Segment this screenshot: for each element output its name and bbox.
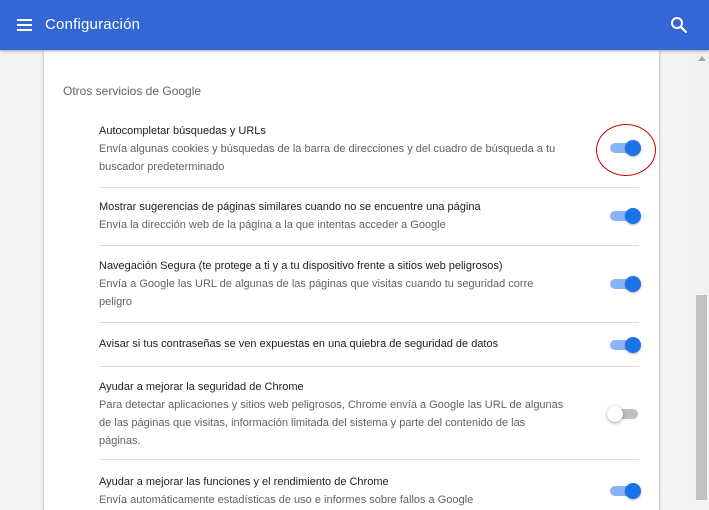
setting-title: Navegación Segura (te protege a ti y a t… bbox=[99, 260, 503, 272]
page-title: Configuración bbox=[45, 16, 141, 33]
setting-row-chrome-security: Ayudar a mejorar la seguridad de Chrome … bbox=[99, 378, 639, 450]
page-scrollbar[interactable] bbox=[694, 50, 709, 500]
scroll-up-arrow-icon[interactable] bbox=[698, 56, 706, 61]
toggle-knob bbox=[607, 406, 623, 422]
setting-description: Envía a Google las URL de algunas de las… bbox=[99, 278, 534, 308]
hamburger-menu-icon[interactable] bbox=[14, 14, 36, 36]
setting-description: Envía automáticamente estadísticas de us… bbox=[99, 494, 474, 506]
search-icon[interactable] bbox=[669, 15, 689, 35]
password-leak-toggle[interactable] bbox=[607, 337, 641, 353]
similar-pages-toggle[interactable] bbox=[607, 208, 641, 224]
row-divider bbox=[99, 245, 639, 246]
toggle-knob bbox=[625, 337, 641, 353]
setting-description: Envía la dirección web de la página a la… bbox=[99, 219, 446, 231]
toggle-knob bbox=[625, 483, 641, 499]
chrome-security-toggle[interactable] bbox=[607, 406, 641, 422]
toggle-knob bbox=[625, 276, 641, 292]
setting-title: Ayudar a mejorar las funciones y el rend… bbox=[99, 476, 389, 488]
setting-row-autocomplete: Autocompletar búsquedas y URLs Envía alg… bbox=[99, 122, 639, 176]
top-app-bar: Configuración bbox=[0, 0, 709, 50]
toggle-knob bbox=[625, 208, 641, 224]
row-divider bbox=[99, 366, 639, 367]
setting-description: Para detectar aplicaciones y sitios web … bbox=[99, 399, 564, 447]
highlight-annotation-circle bbox=[596, 124, 656, 176]
setting-row-password-leak: Avisar si tus contraseñas se ven expuest… bbox=[99, 335, 639, 353]
setting-title: Avisar si tus contraseñas se ven expuest… bbox=[99, 338, 499, 350]
row-divider bbox=[99, 322, 639, 323]
row-divider bbox=[99, 187, 639, 188]
row-divider bbox=[99, 459, 639, 460]
setting-title: Autocompletar búsquedas y URLs bbox=[99, 125, 266, 137]
setting-row-performance: Ayudar a mejorar las funciones y el rend… bbox=[99, 473, 639, 509]
setting-description: Envía algunas cookies y búsquedas de la … bbox=[99, 143, 556, 173]
setting-title: Mostrar sugerencias de páginas similares… bbox=[99, 201, 481, 213]
safe-browsing-toggle[interactable] bbox=[607, 276, 641, 292]
performance-toggle[interactable] bbox=[607, 483, 641, 499]
section-title: Otros servicios de Google bbox=[63, 84, 202, 98]
setting-row-safe-browsing: Navegación Segura (te protege a ti y a t… bbox=[99, 257, 639, 311]
setting-title: Ayudar a mejorar la seguridad de Chrome bbox=[99, 381, 304, 393]
setting-row-similar-pages: Mostrar sugerencias de páginas similares… bbox=[99, 198, 639, 234]
scroll-thumb[interactable] bbox=[696, 295, 707, 500]
